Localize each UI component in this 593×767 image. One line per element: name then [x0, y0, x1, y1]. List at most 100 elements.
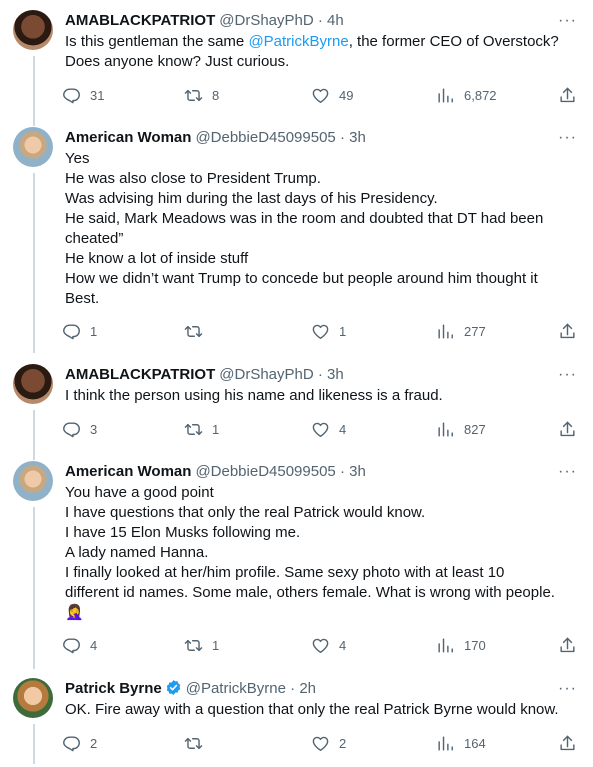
retweet-icon [184, 636, 203, 655]
thread-line [33, 724, 35, 764]
author-name[interactable]: Patrick Byrne [65, 680, 162, 697]
views-icon [436, 636, 455, 655]
timestamp[interactable]: · 4h [318, 12, 344, 29]
reply-count: 4 [90, 637, 98, 653]
share-button[interactable] [558, 731, 577, 755]
retweet-icon [184, 734, 203, 753]
views-button[interactable]: 164 [436, 731, 486, 755]
action-bar: 3 1 4 827 [62, 417, 592, 441]
share-button[interactable] [558, 417, 577, 441]
facepalm-emoji: 🤦‍♀️ [65, 604, 84, 621]
tweet-header: AMABLACKPATRIOT @DrShayPhD · 4h [65, 10, 553, 32]
like-icon [311, 86, 330, 105]
text-line: He was also close to President Trump. [65, 170, 321, 187]
reply-button[interactable]: 3 [62, 417, 97, 441]
like-button[interactable]: 2 [311, 731, 346, 755]
views-button[interactable]: 827 [436, 417, 486, 441]
tweet-header: American Woman @DebbieD45099505 · 3h [65, 127, 553, 149]
author-name[interactable]: American Woman [65, 463, 191, 480]
retweet-button[interactable] [184, 731, 212, 755]
text-line: I think the person using his name and li… [65, 387, 443, 404]
author-name[interactable]: American Woman [65, 129, 191, 146]
like-button[interactable]: 49 [311, 83, 353, 107]
timestamp[interactable]: · 2h [290, 680, 316, 697]
share-button[interactable] [558, 633, 577, 657]
reply-button[interactable]: 1 [62, 319, 97, 343]
share-button[interactable] [558, 83, 577, 107]
retweet-count: 1 [212, 421, 220, 437]
author-handle[interactable]: @DebbieD45099505 [195, 129, 335, 146]
text-line: Best. [65, 290, 100, 307]
more-icon[interactable]: ··· [558, 366, 577, 384]
retweet-button[interactable]: 1 [184, 633, 219, 657]
views-button[interactable]: 277 [436, 319, 486, 343]
tweet[interactable]: Patrick Byrne @PatrickByrne · 2h ··· OK. … [0, 678, 593, 764]
author-name[interactable]: AMABLACKPATRIOT [65, 366, 215, 383]
views-icon [436, 86, 455, 105]
timestamp[interactable]: · 3h [340, 129, 366, 146]
timestamp[interactable]: · 3h [318, 366, 344, 383]
tweet[interactable]: AMABLACKPATRIOT @DrShayPhD · 4h ··· Is th… [0, 10, 593, 126]
action-bar: 31 8 49 6,872 [62, 83, 592, 107]
text-line: He said, Mark Meadows was in the room an… [65, 210, 544, 227]
like-button[interactable]: 1 [311, 319, 346, 343]
more-icon[interactable]: ··· [558, 12, 577, 30]
text-line: I have questions that only the real Patr… [65, 504, 426, 521]
share-icon [558, 636, 577, 655]
tweet-thread: AMABLACKPATRIOT @DrShayPhD · 4h ··· Is th… [0, 0, 593, 767]
text-line: I finally looked at her/him profile. Sam… [65, 564, 505, 581]
more-icon[interactable]: ··· [558, 463, 577, 481]
retweet-button[interactable]: 1 [184, 417, 219, 441]
retweet-count: 1 [212, 637, 220, 653]
views-icon [436, 420, 455, 439]
tweet[interactable]: AMABLACKPATRIOT @DrShayPhD · 3h ··· I thi… [0, 364, 593, 460]
reply-count: 3 [90, 421, 98, 437]
author-handle[interactable]: @DrShayPhD [219, 12, 313, 29]
views-icon [436, 734, 455, 753]
mention-link[interactable]: @PatrickByrne [248, 33, 348, 50]
more-icon[interactable]: ··· [558, 129, 577, 147]
text-line: different id names. Some male, others fe… [65, 584, 555, 601]
reply-button[interactable]: 4 [62, 633, 97, 657]
author-handle[interactable]: @DrShayPhD [219, 366, 313, 383]
view-count: 170 [464, 637, 486, 653]
like-count: 1 [339, 323, 347, 339]
avatar[interactable] [13, 364, 53, 404]
timestamp[interactable]: · 3h [340, 463, 366, 480]
views-button[interactable]: 170 [436, 633, 486, 657]
avatar[interactable] [13, 10, 53, 50]
action-bar: 1 1 277 [62, 319, 592, 343]
like-button[interactable]: 4 [311, 417, 346, 441]
verified-badge-icon [166, 680, 180, 695]
like-button[interactable]: 4 [311, 633, 346, 657]
reply-button[interactable]: 31 [62, 83, 104, 107]
tweet[interactable]: American Woman @DebbieD45099505 · 3h ··· … [0, 461, 593, 669]
text-line: I have 15 Elon Musks following me. [65, 524, 301, 541]
retweet-button[interactable] [184, 319, 212, 343]
share-button[interactable] [558, 319, 577, 343]
reply-icon [62, 734, 81, 753]
author-handle[interactable]: @PatrickByrne [186, 680, 286, 697]
share-icon [558, 420, 577, 439]
reply-count: 1 [90, 323, 98, 339]
tweet-header: American Woman @DebbieD45099505 · 3h [65, 461, 553, 483]
text-line: Yes [65, 150, 90, 167]
avatar[interactable] [13, 461, 53, 501]
reply-icon [62, 636, 81, 655]
views-button[interactable]: 6,872 [436, 83, 497, 107]
like-icon [311, 420, 330, 439]
tweet[interactable]: American Woman @DebbieD45099505 · 3h ··· … [0, 127, 593, 353]
text-line: cheated” [65, 230, 124, 247]
tweet-text: You have a good point I have questions t… [65, 483, 580, 623]
author-handle[interactable]: @DebbieD45099505 [195, 463, 335, 480]
avatar[interactable] [13, 678, 53, 718]
like-count: 4 [339, 421, 347, 437]
retweet-button[interactable]: 8 [184, 83, 219, 107]
reply-icon [62, 86, 81, 105]
more-icon[interactable]: ··· [558, 680, 577, 698]
reply-button[interactable]: 2 [62, 731, 97, 755]
text-segment: , the former CEO of Overstock? [348, 33, 559, 50]
action-bar: 4 1 4 170 [62, 633, 592, 657]
author-name[interactable]: AMABLACKPATRIOT [65, 12, 215, 29]
avatar[interactable] [13, 127, 53, 167]
